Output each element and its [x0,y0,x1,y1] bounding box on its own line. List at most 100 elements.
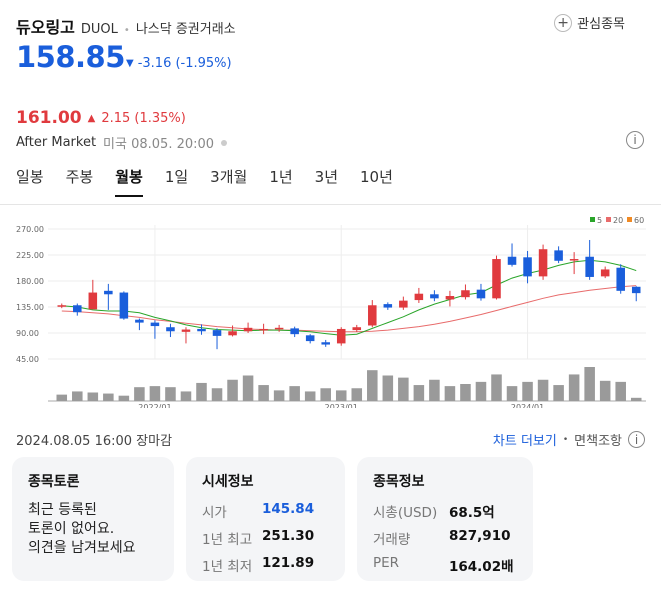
separator-dot: • [123,25,130,36]
volume-bar [118,395,130,401]
info-cards: 종목토론 최근 등록된 토론이 없어요. 의견을 남겨보세요 시세정보 시가 14… [12,457,533,581]
tab-5[interactable]: 1년 [269,166,292,197]
row-value: 145.84 [262,501,315,517]
current-price: 158.85 [16,40,125,74]
tab-2[interactable]: 월봉 [115,166,143,197]
disclaimer-info-icon[interactable]: i [628,431,645,448]
candle-body [445,296,455,300]
volume-bar [553,385,564,401]
volume-bar [196,382,207,401]
candle-body [57,305,67,307]
candle-body [631,286,641,294]
candle-body [507,256,517,265]
disclaimer-link[interactable]: 면책조항 [574,430,622,449]
candle-body [305,335,315,342]
volume-bar [304,391,316,401]
legend-swatch [627,217,632,222]
volume-bar [258,385,269,401]
row-key: 거래량 [373,532,411,548]
volume-bar [87,392,99,401]
info-icon[interactable]: i [626,131,644,149]
volume-bar [584,367,595,401]
price-change: ▼ -3.16 (-1.95%) [126,56,232,71]
tab-7[interactable]: 10년 [360,166,393,197]
after-market-info: After Market 미국 08.05. 20:00 [16,133,228,152]
chart-timestamp: 2024.08.05 16:00 장마감 [16,434,173,449]
chart-links: 차트 더보기 • 면책조항 i [493,430,645,449]
legend-swatch [606,217,611,222]
watchlist-label: 관심종목 [577,17,625,32]
y-tick-label: 135.00 [16,303,44,312]
stock-info-title: 종목정보 [373,474,425,490]
after-market-price: 161.00 [16,108,82,128]
market-info-card[interactable]: 시세정보 시가 145.84 1년 최고 251.30 1년 최저 121.89 [186,457,345,581]
volume-bar [320,388,331,401]
candle-body [228,331,237,336]
market-row: 1년 최고 251.30 [202,528,329,548]
candle-body [212,330,222,336]
candle-body [88,292,98,310]
volume-bar [273,390,285,401]
candle-body [476,289,486,299]
stock-header: 듀오링고 DUOL • 나스닥 증권거래소 [16,14,236,38]
add-watchlist-button[interactable]: + 관심종목 [554,13,625,32]
stock-row: 거래량 827,910 [373,528,517,548]
tab-3[interactable]: 1일 [165,166,188,197]
tab-1[interactable]: 주봉 [66,166,94,197]
volume-bar [227,379,238,401]
candle-body [585,256,594,277]
y-tick-label: 45.00 [16,355,39,364]
candle-body [321,342,330,345]
volume-bar [491,374,502,401]
price-chart[interactable]: 5 20 60 270.00 225.00 180.00 135.00 90.00 45.00 2… [0,212,661,408]
legend-label: 5 [597,216,602,225]
row-value: 121.89 [262,555,315,571]
tab-0[interactable]: 일봉 [16,166,44,197]
down-arrow-icon: ▼ [126,58,134,69]
candle-body [119,292,129,319]
candle-body [104,290,113,295]
volume-bar [367,370,378,401]
discussion-card[interactable]: 종목토론 최근 등록된 토론이 없어요. 의견을 남겨보세요 [12,457,174,581]
stock-info-card[interactable]: 종목정보 시총(USD) 68.5억 거래량 827,910 PER 164.02배 [357,457,533,581]
candle-body [150,322,160,327]
chart-more-link[interactable]: 차트 더보기 [493,430,557,449]
tab-6[interactable]: 3년 [315,166,338,197]
up-arrow-icon: ▲ [87,112,96,124]
stock-name: 듀오링고 [16,18,75,37]
volume-bar [444,386,456,401]
status-dot-icon [221,139,228,146]
candle-body [181,329,191,332]
candle-body [243,327,253,332]
stock-ticker: DUOL [80,22,118,37]
candle-body [569,259,579,261]
plus-icon: + [554,13,573,32]
divider [0,204,661,205]
volume-bar [72,391,83,401]
y-tick-label: 270.00 [16,225,44,234]
discussion-line: 토론이 없어요. [28,521,115,537]
candle-body [274,327,284,330]
volume-bar [537,379,549,401]
ma5-line [61,259,637,336]
volume-bar [103,393,114,401]
volume-bar [289,386,300,401]
discussion-line: 의견을 남겨보세요 [28,540,136,556]
volume-bar [56,394,68,401]
row-key: PER [373,555,400,571]
candle-body [461,290,470,298]
after-market-time: 미국 08.05. 20:00 [103,137,215,152]
tab-4[interactable]: 3개월 [210,166,247,197]
volume-bar [429,379,440,401]
row-value: 827,910 [449,528,511,544]
candle-body [616,267,625,291]
price-change-value: -3.16 (-1.95%) [137,56,232,71]
candle-body [73,305,82,313]
volume-bar [568,374,580,401]
volume-bar [460,384,471,401]
candle-body [523,257,532,277]
volume-bar [335,390,347,401]
volume-bar [165,387,176,401]
candle-body [197,328,206,332]
x-tick-label: 2023/01 [325,403,358,408]
